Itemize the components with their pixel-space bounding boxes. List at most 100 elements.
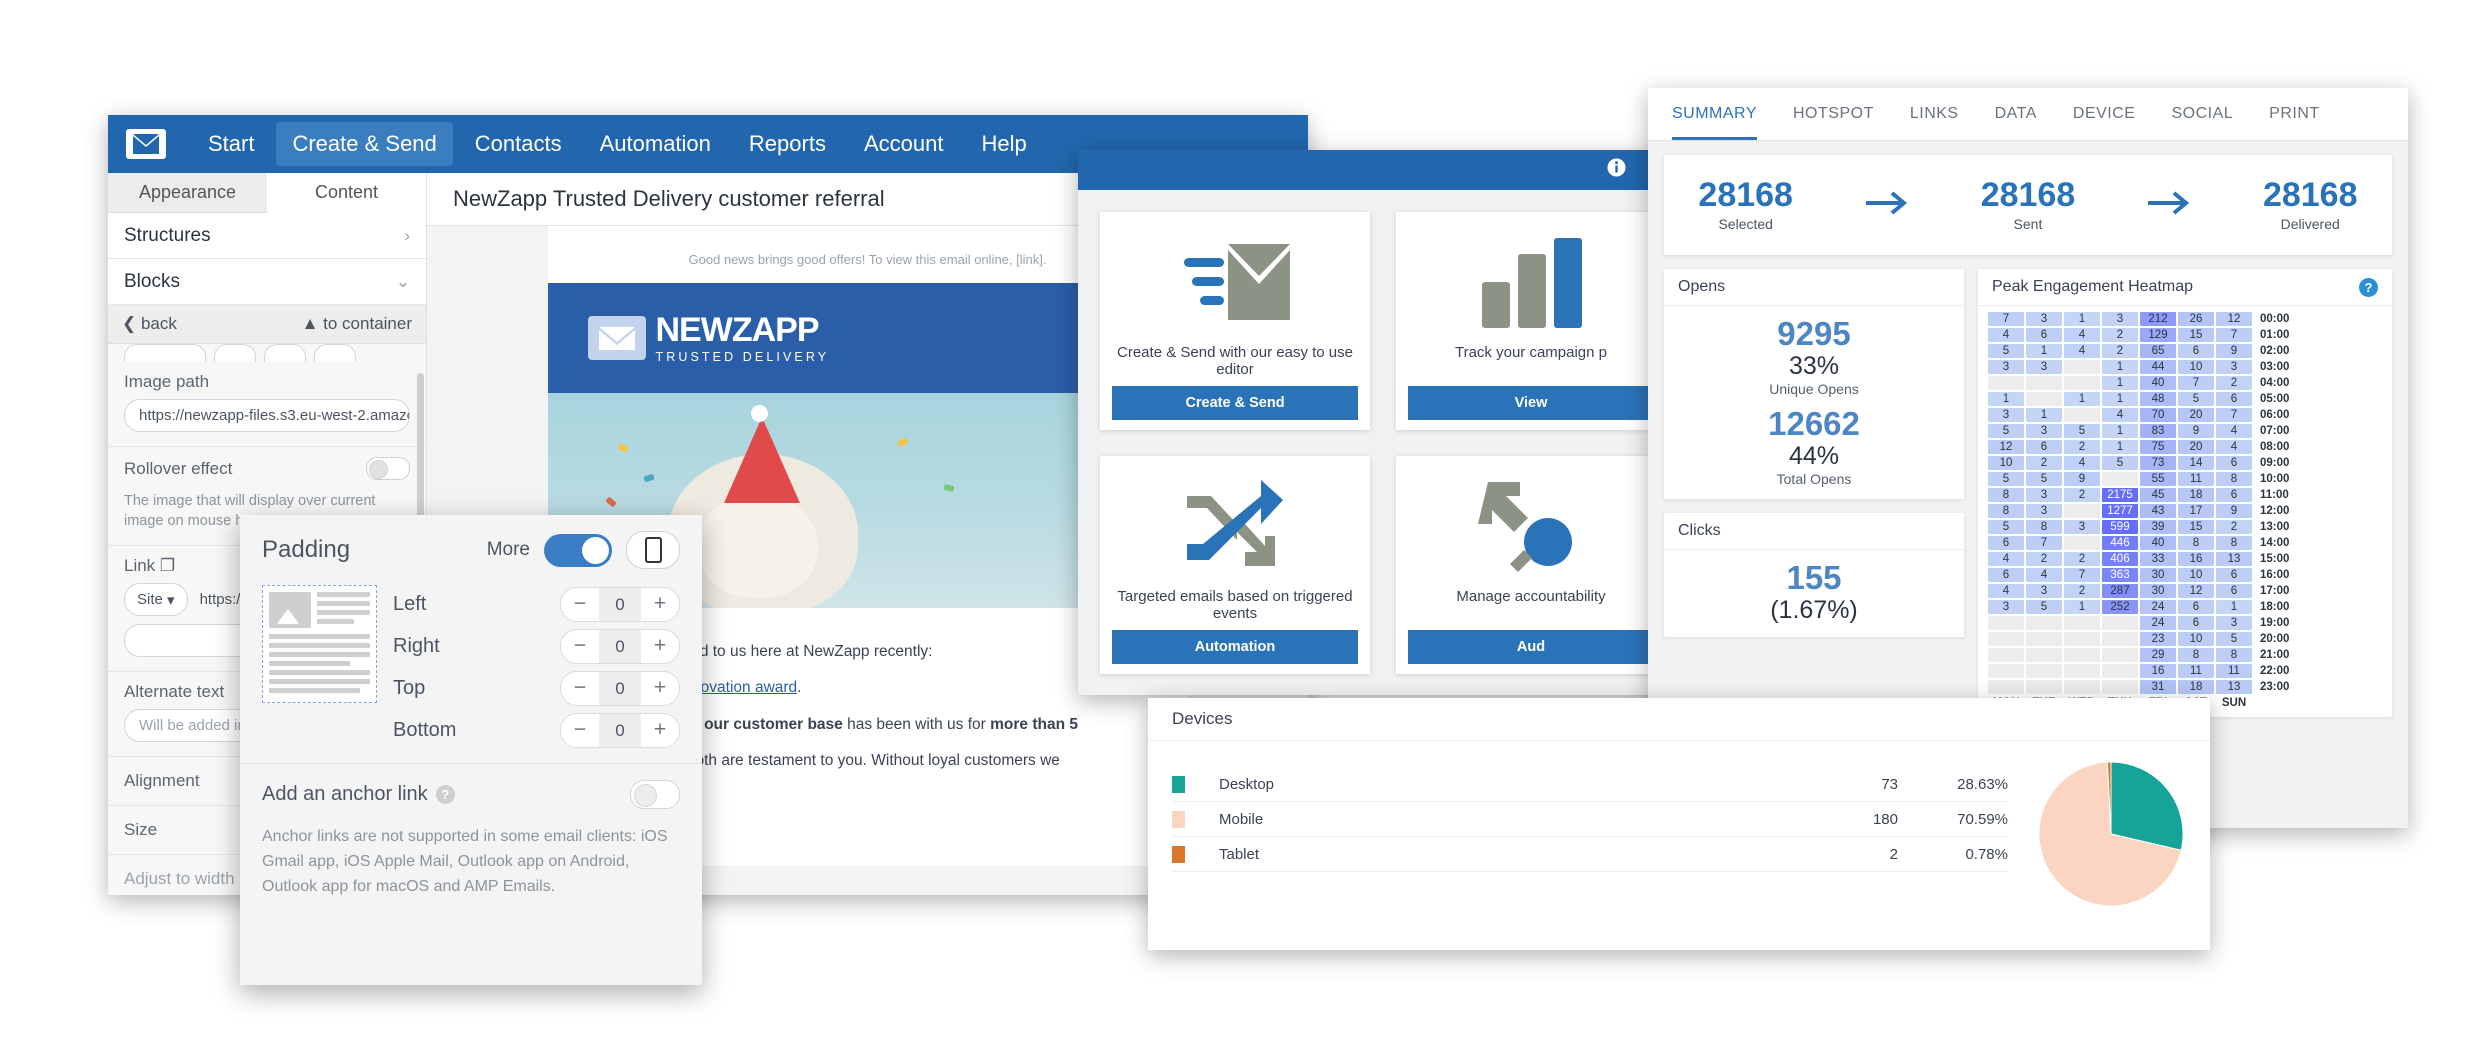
heatmap-cell[interactable]: 5 (1988, 472, 2024, 486)
padding-top-stepper[interactable]: − 0 + (560, 670, 680, 706)
mobile-view-button[interactable] (626, 531, 680, 569)
heatmap-cell[interactable]: 16 (2140, 664, 2176, 678)
heatmap-cell[interactable]: 4 (1988, 328, 2024, 342)
heatmap-cell[interactable]: 2 (2064, 584, 2100, 598)
heatmap-cell[interactable]: 4 (1988, 552, 2024, 566)
heatmap-cell[interactable]: 13 (2216, 552, 2252, 566)
heatmap-cell[interactable]: 5 (1988, 520, 2024, 534)
heatmap-cell[interactable]: 2 (2216, 520, 2252, 534)
heatmap-cell[interactable]: 2 (2064, 440, 2100, 454)
heatmap-cell[interactable]: 44 (2140, 360, 2176, 374)
heatmap-cell[interactable]: 4 (2064, 328, 2100, 342)
heatmap-cell[interactable] (2064, 632, 2100, 646)
heatmap-cell[interactable] (2102, 472, 2138, 486)
heatmap-cell[interactable]: 6 (1988, 536, 2024, 550)
heatmap-cell[interactable]: 2 (2102, 328, 2138, 342)
heatmap-cell[interactable] (2064, 616, 2100, 630)
heatmap-cell[interactable]: 24 (2140, 600, 2176, 614)
heatmap-cell[interactable]: 2175 (2102, 488, 2138, 502)
heatmap-cell[interactable] (2102, 648, 2138, 662)
heatmap-cell[interactable]: 4 (2026, 568, 2062, 582)
heatmap-cell[interactable] (2064, 408, 2100, 422)
tab-appearance[interactable]: Appearance (108, 173, 267, 213)
heatmap-cell[interactable] (2064, 536, 2100, 550)
heatmap-cell[interactable]: 30 (2140, 584, 2176, 598)
heatmap-cell[interactable]: 1 (2102, 376, 2138, 390)
heatmap-cell[interactable]: 4 (2102, 408, 2138, 422)
feature-card[interactable]: Manage accountability Aud (1396, 456, 1666, 674)
feature-card[interactable]: Targeted emails based on triggered event… (1100, 456, 1370, 674)
heatmap-cell[interactable]: 6 (2178, 344, 2214, 358)
table-row[interactable]: Mobile 180 70.59% (1172, 802, 2008, 837)
heatmap-cell[interactable]: 31 (2140, 680, 2176, 694)
create-send-button[interactable]: Create & Send (1112, 386, 1358, 420)
heatmap-cell[interactable]: 40 (2140, 536, 2176, 550)
tab-data[interactable]: DATA (1995, 88, 2037, 140)
heatmap-cell[interactable]: 10 (2178, 632, 2214, 646)
decrement-icon[interactable]: − (561, 718, 599, 742)
heatmap-cell[interactable]: 6 (2216, 584, 2252, 598)
table-row[interactable]: Desktop 73 28.63% (1172, 767, 2008, 802)
heatmap-cell[interactable]: 3 (2064, 520, 2100, 534)
heatmap-cell[interactable]: 6 (1988, 568, 2024, 582)
heatmap-cell[interactable]: 6 (2178, 616, 2214, 630)
heatmap-cell[interactable]: 3 (2026, 312, 2062, 326)
help-icon[interactable]: ? (435, 785, 455, 804)
heatmap-cell[interactable]: 4 (2216, 440, 2252, 454)
heatmap-cell[interactable] (2026, 616, 2062, 630)
increment-icon[interactable]: + (641, 634, 679, 658)
heatmap-cell[interactable] (2026, 664, 2062, 678)
heatmap-cell[interactable]: 7 (2216, 408, 2252, 422)
padding-bottom-value[interactable]: 0 (599, 713, 641, 747)
heatmap-cell[interactable]: 9 (2216, 504, 2252, 518)
heatmap-cell[interactable]: 446 (2102, 536, 2138, 550)
tab-links[interactable]: LINKS (1910, 88, 1959, 140)
heatmap-cell[interactable]: 8 (2216, 472, 2252, 486)
heatmap-cell[interactable]: 9 (2178, 424, 2214, 438)
heatmap-cell[interactable] (2026, 648, 2062, 662)
audit-button[interactable]: Aud (1408, 630, 1654, 664)
heatmap-cell[interactable]: 4 (2064, 344, 2100, 358)
heatmap-cell[interactable]: 39 (2140, 520, 2176, 534)
anchor-link-toggle[interactable] (630, 780, 680, 809)
heatmap-cell[interactable]: 6 (2216, 568, 2252, 582)
heatmap-cell[interactable]: 15 (2178, 328, 2214, 342)
heatmap-cell[interactable]: 5 (2064, 424, 2100, 438)
feature-card[interactable]: Create & Send with our easy to use edito… (1100, 212, 1370, 430)
heatmap-cell[interactable] (2064, 360, 2100, 374)
heatmap-cell[interactable]: 8 (2216, 648, 2252, 662)
to-container-button[interactable]: ▲ to container (302, 314, 412, 334)
heatmap-cell[interactable]: 363 (2102, 568, 2138, 582)
automation-button[interactable]: Automation (1112, 630, 1358, 664)
heatmap-cell[interactable]: 1 (2102, 392, 2138, 406)
heatmap-cell[interactable]: 1 (2102, 440, 2138, 454)
heatmap-cell[interactable]: 212 (2140, 312, 2176, 326)
heatmap-cell[interactable]: 2 (2064, 488, 2100, 502)
heatmap-cell[interactable]: 8 (2216, 536, 2252, 550)
accordion-blocks[interactable]: Blocks ⌄ (108, 259, 426, 305)
heatmap-cell[interactable]: 1 (2102, 424, 2138, 438)
heatmap-cell[interactable]: 2 (2216, 376, 2252, 390)
heatmap-cell[interactable]: 43 (2140, 504, 2176, 518)
heatmap-cell[interactable]: 7 (2178, 376, 2214, 390)
heatmap-cell[interactable]: 287 (2102, 584, 2138, 598)
heatmap-cell[interactable] (2026, 632, 2062, 646)
link-site-select[interactable]: Site ▾ (124, 583, 188, 617)
heatmap-cell[interactable] (1988, 616, 2024, 630)
nav-item-reports[interactable]: Reports (733, 122, 842, 166)
heatmap-cell[interactable]: 5 (2102, 456, 2138, 470)
heatmap-cell[interactable]: 5 (2178, 392, 2214, 406)
heatmap-cell[interactable]: 406 (2102, 552, 2138, 566)
heatmap-cell[interactable]: 2 (2026, 456, 2062, 470)
back-button[interactable]: ❮ back (122, 314, 177, 334)
accordion-structures[interactable]: Structures › (108, 213, 426, 259)
heatmap-cell[interactable]: 1277 (2102, 504, 2138, 518)
heatmap-cell[interactable]: 3 (2026, 488, 2062, 502)
heatmap-cell[interactable]: 14 (2178, 456, 2214, 470)
heatmap-cell[interactable]: 30 (2140, 568, 2176, 582)
heatmap-cell[interactable]: 12 (2178, 584, 2214, 598)
heatmap-cell[interactable]: 2 (2064, 552, 2100, 566)
tab-print[interactable]: PRINT (2269, 88, 2320, 140)
heatmap-cell[interactable]: 40 (2140, 376, 2176, 390)
heatmap-cell[interactable] (2064, 648, 2100, 662)
